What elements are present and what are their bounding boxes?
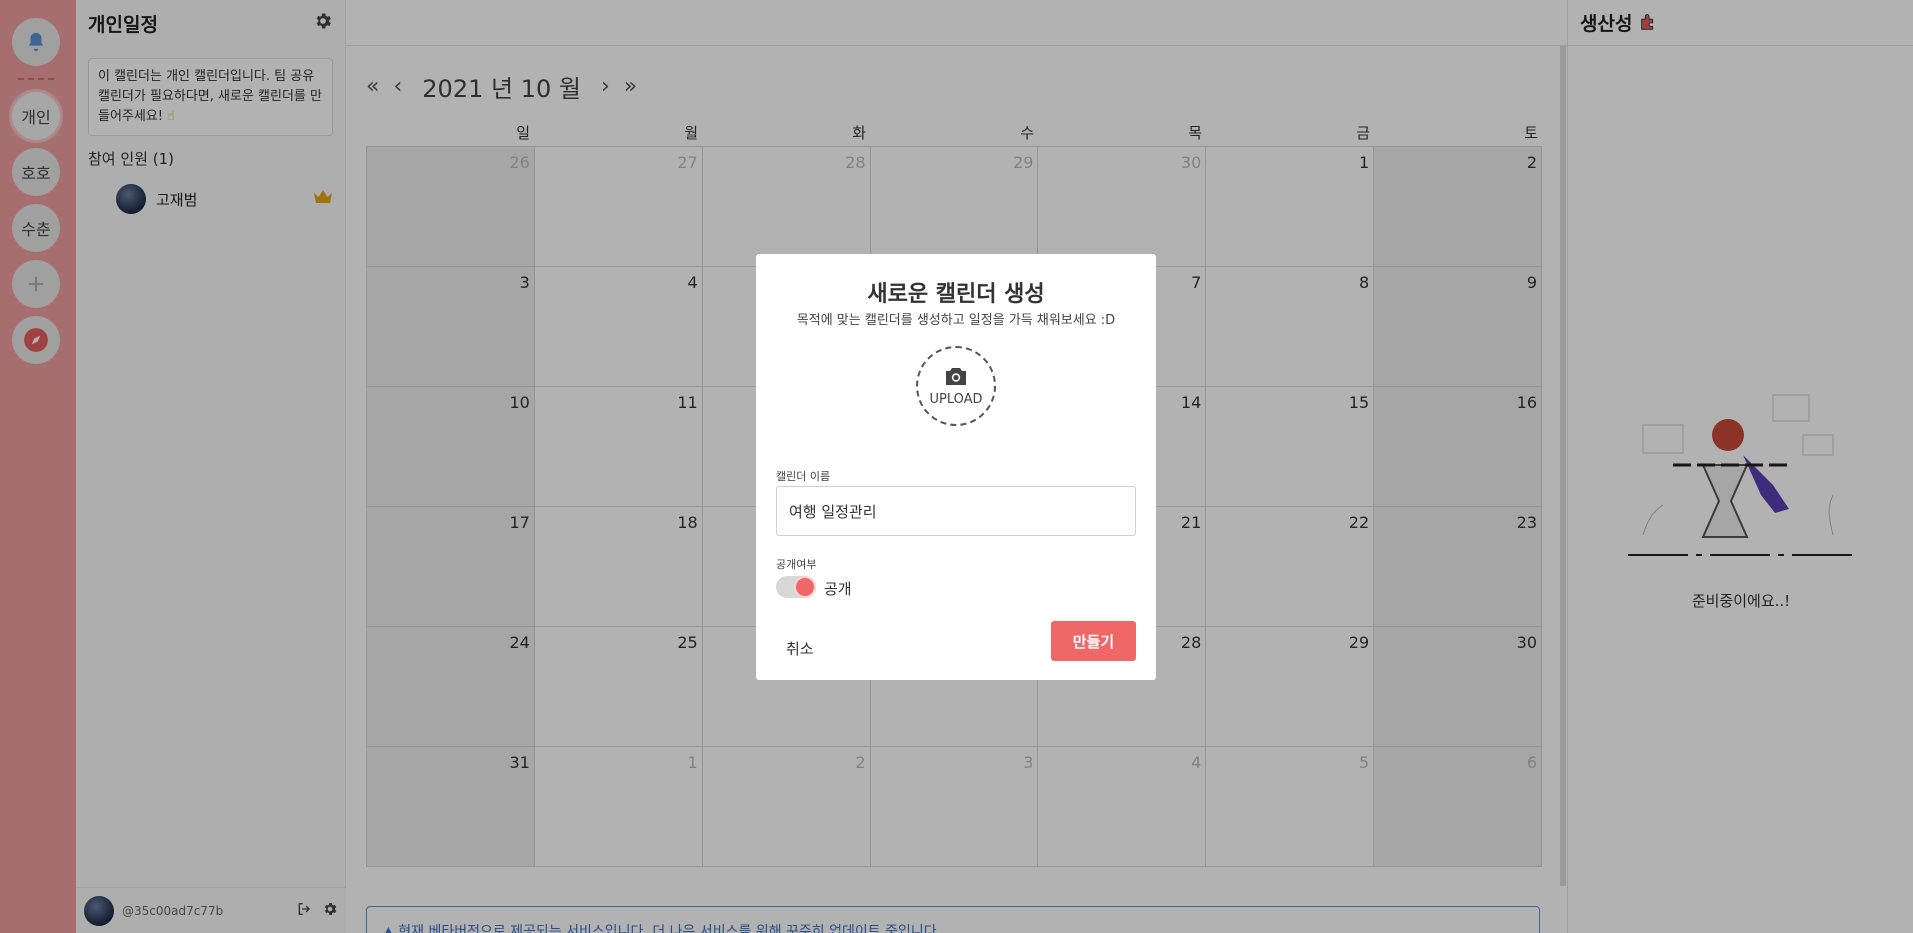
modal-subtitle: 목적에 맞는 캘린더를 생성하고 일정을 가득 채워보세요 :D: [796, 313, 1116, 328]
public-toggle-text: 공개: [824, 580, 852, 598]
cancel-button[interactable]: 취소: [786, 630, 836, 666]
upload-label: UPLOAD: [929, 391, 983, 407]
camera-icon: [944, 366, 968, 390]
calendar-name-label: 캘린더 이름: [776, 470, 831, 483]
public-toggle[interactable]: [776, 576, 816, 598]
modal-title: 새로운 캘린더 생성: [867, 282, 1045, 307]
create-button[interactable]: 만들기: [1051, 621, 1136, 661]
public-label: 공개여부: [776, 558, 817, 571]
toggle-knob: [796, 578, 814, 596]
create-calendar-modal: 새로운 캘린더 생성 목적에 맞는 캘린더를 생성하고 일정을 가득 채워보세요…: [756, 254, 1156, 680]
calendar-name-input[interactable]: [776, 486, 1136, 536]
upload-image-button[interactable]: UPLOAD: [916, 346, 996, 426]
